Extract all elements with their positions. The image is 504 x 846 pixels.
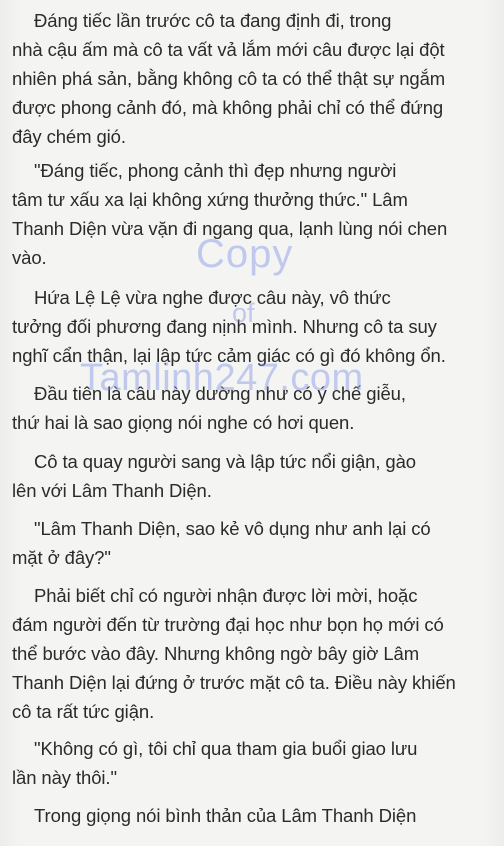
text-line: Thanh Diện vừa vặn đi ngang qua, lạnh lù… (12, 218, 448, 239)
paragraph-2: "Đáng tiếc, phong cảnh thì đẹp nhưng ngư… (12, 156, 498, 272)
text-line: tâm tư xấu xa lại không xứng thưởng thức… (12, 189, 408, 210)
text-line: "Lâm Thanh Diện, sao kẻ vô dụng như anh … (34, 518, 431, 539)
text-line: Trong giọng nói bình thản của Lâm Thanh … (34, 805, 417, 826)
text-line: Phải biết chỉ có người nhận được lời mời… (34, 585, 418, 606)
text-line: thứ hai là sao giọng nói nghe có hơi que… (12, 412, 355, 433)
text-line: Cô ta quay người sang và lập tức nổi giậ… (34, 451, 416, 472)
text-line: "Đáng tiếc, phong cảnh thì đẹp nhưng ngư… (34, 160, 397, 181)
text-line: Thanh Diện lại đứng ở trước mặt cô ta. Đ… (12, 672, 456, 693)
paragraph-5: Cô ta quay người sang và lập tức nổi giậ… (12, 447, 498, 505)
paragraph-7: Phải biết chỉ có người nhận được lời mời… (12, 581, 498, 726)
text-line: mặt ở đây?" (12, 547, 111, 568)
paragraph-3: Hứa Lệ Lệ vừa nghe được câu này, vô thức… (12, 283, 498, 370)
text-line: nhiên phá sản, bằng không cô ta có thể t… (12, 68, 446, 89)
text-line: tưởng đối phương đang nịnh mình. Nhưng c… (12, 316, 437, 337)
text-line: Đáng tiếc lần trước cô ta đang định đi, … (34, 10, 392, 31)
text-line: "Không có gì, tôi chỉ qua tham gia buổi … (34, 738, 418, 759)
text-line: đây chém gió. (12, 126, 126, 147)
document-page: Đáng tiếc lần trước cô ta đang định đi, … (0, 0, 504, 846)
text-line: nghĩ cẩn thận, lại lập tức cảm giác có g… (12, 345, 446, 366)
paragraph-8: "Không có gì, tôi chỉ qua tham gia buổi … (12, 734, 498, 792)
text-line: đám người đến từ trường đại học như bọn … (12, 614, 444, 635)
text-line: cô ta rất tức giận. (12, 701, 155, 722)
paragraph-4: Đầu tiên là câu này dường như có ý chế g… (12, 379, 498, 437)
text-line: Đầu tiên là câu này dường như có ý chế g… (34, 383, 406, 404)
paragraph-1: Đáng tiếc lần trước cô ta đang định đi, … (12, 6, 498, 151)
text-line: Hứa Lệ Lệ vừa nghe được câu này, vô thức (34, 287, 391, 308)
text-line: lần này thôi." (12, 767, 117, 788)
text-line: được phong cảnh đó, mà không phải chỉ có… (12, 97, 444, 118)
paragraph-9: Trong giọng nói bình thản của Lâm Thanh … (12, 801, 498, 830)
text-line: vào. (12, 247, 47, 268)
text-line: nhà cậu ấm mà cô ta vất vả lắm mới câu đ… (12, 39, 445, 60)
text-line: lên với Lâm Thanh Diện. (12, 480, 212, 501)
text-line: thể bước vào đây. Nhưng không ngờ bây gi… (12, 643, 420, 664)
paragraph-6: "Lâm Thanh Diện, sao kẻ vô dụng như anh … (12, 514, 498, 572)
